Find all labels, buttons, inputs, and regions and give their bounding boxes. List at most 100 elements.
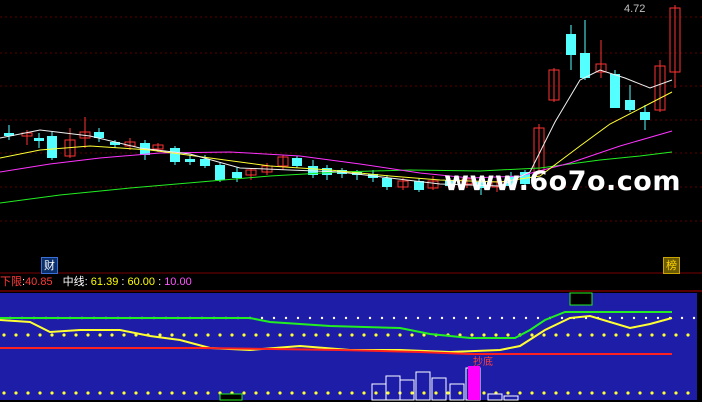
candle-body [200, 159, 210, 166]
level-dot-mid [254, 333, 258, 337]
level-dot-mid [686, 333, 690, 337]
level-dot-mid [218, 333, 222, 337]
level-dot-mid [662, 333, 666, 337]
level-dot-low [338, 391, 342, 395]
level-dot-mid [482, 333, 486, 337]
level-dot-low [110, 391, 114, 395]
level-dot-low [290, 391, 294, 395]
candle-body [610, 74, 620, 108]
level-dot-low [458, 391, 462, 395]
level-dot-mid [362, 333, 366, 337]
level-dot-mid [242, 333, 246, 337]
level-dot-mid [278, 333, 282, 337]
level-dot-mid [338, 333, 342, 337]
level-dot-low [158, 391, 162, 395]
level-dot-high [320, 316, 324, 320]
level-dot-high [428, 316, 432, 320]
level-dot-mid [266, 333, 270, 337]
cai-finance-icon[interactable]: 财 [41, 257, 58, 274]
level-dot-mid [170, 333, 174, 337]
level-dot-low [86, 391, 90, 395]
level-dot-high [524, 316, 528, 320]
level-dot-high [560, 316, 564, 320]
level-dot-high [284, 316, 288, 320]
candle-body [292, 158, 302, 166]
level-dot-high [368, 316, 372, 320]
level-dot-low [146, 391, 150, 395]
level-dot-low [266, 391, 270, 395]
level-dot-mid [614, 333, 618, 337]
buy-hint-label: 抄底 [473, 357, 493, 368]
level-dot-mid [326, 333, 330, 337]
level-dot-low [530, 391, 534, 395]
level-dot-low [350, 391, 354, 395]
level-dot-low [134, 391, 138, 395]
level-dot-high [344, 316, 348, 320]
level-dot-mid [74, 333, 78, 337]
level-dot-high [356, 316, 360, 320]
green-block-top [569, 292, 593, 306]
level-dot-mid [302, 333, 306, 337]
level-dot-low [74, 391, 78, 395]
level-dot-mid [230, 333, 234, 337]
level-dot-high [404, 316, 408, 320]
level-dot-mid [350, 333, 354, 337]
level-dot-low [566, 391, 570, 395]
green-block [219, 393, 243, 401]
level-dot-high [392, 316, 396, 320]
stock-chart-window[interactable]: 4.72 www.6o7o.com 财 榜 下限:40.85 中线: 61.39… [0, 0, 702, 402]
level-dot-high [536, 316, 540, 320]
level-dot-mid [194, 333, 198, 337]
candle-body [566, 34, 576, 55]
level-dot-high [620, 316, 624, 320]
level-dot-mid [626, 333, 630, 337]
magenta-signal-bar [468, 366, 480, 400]
level-dot-mid [638, 333, 642, 337]
level-dot-mid [542, 333, 546, 337]
level-dot-mid [86, 333, 90, 337]
chart-canvas[interactable] [0, 0, 702, 402]
level-dot-low [122, 391, 126, 395]
mid-label: 中线 [62, 276, 85, 288]
low-level-value: 10.00 [164, 276, 192, 288]
level-dot-low [302, 391, 306, 395]
upper-level-value: 60.00 [127, 276, 156, 288]
level-dot-low [326, 391, 330, 395]
level-dot-low [38, 391, 42, 395]
bang-ranking-icon[interactable]: 榜 [663, 257, 680, 274]
level-dot-low [686, 391, 690, 395]
site-watermark: www.6o7o.com [444, 166, 681, 197]
level-dot-low [446, 391, 450, 395]
level-dot-mid [650, 333, 654, 337]
level-dot-low [62, 391, 66, 395]
level-dot-low [674, 391, 678, 395]
level-dot-mid [206, 333, 210, 337]
indicator-info-bar: 下限:40.85 中线: 61.39 : 60.00 : 10.00 [0, 276, 192, 288]
level-dot-mid [494, 333, 498, 337]
lower-value: 40.85 [25, 276, 53, 288]
level-dot-low [578, 391, 582, 395]
level-dot-mid [386, 333, 390, 337]
level-dot-mid [602, 333, 606, 337]
level-dot-low [590, 391, 594, 395]
level-dot-mid [122, 333, 126, 337]
level-dot-high [476, 316, 480, 320]
level-dot-low [386, 391, 390, 395]
level-dot-high [692, 316, 696, 320]
level-dot-low [518, 391, 522, 395]
level-dot-low [14, 391, 18, 395]
indicator-panel-background [0, 293, 697, 400]
level-dot-mid [14, 333, 18, 337]
level-dot-high [644, 316, 648, 320]
level-dot-low [434, 391, 438, 395]
level-dot-low [98, 391, 102, 395]
level-dot-high [332, 316, 336, 320]
candle-body [215, 165, 225, 180]
level-dot-mid [398, 333, 402, 337]
candle-body [170, 148, 180, 162]
level-dot-low [206, 391, 210, 395]
level-dot-high [512, 316, 516, 320]
level-dot-high [656, 316, 660, 320]
level-dot-low [278, 391, 282, 395]
level-dot-high [296, 316, 300, 320]
